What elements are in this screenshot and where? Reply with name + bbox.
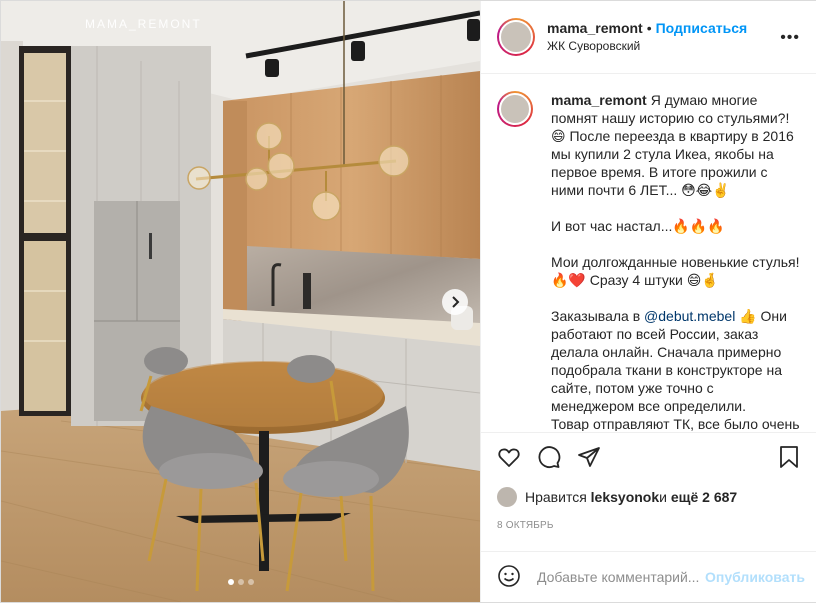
post-date[interactable]: 8 ОКТЯБРЬ: [497, 520, 554, 531]
likes-count[interactable]: ещё 2 687: [671, 489, 737, 505]
caption-text: mama_remont Я думаю многие помнят нашу ис…: [551, 91, 800, 431]
post-dialog: MAMA_REMONT mama_remont • Подписаться ЖК С…: [0, 0, 816, 603]
more-horizontal-icon[interactable]: •••: [780, 29, 800, 47]
likes-prefix: Нравится: [525, 489, 587, 505]
emoji-icon[interactable]: [497, 564, 521, 591]
carousel-dot: [247, 579, 254, 585]
likes-summary[interactable]: Нравится leksyonok и ещё 2 687: [497, 487, 737, 507]
likes-middle: и: [659, 489, 667, 505]
publish-button[interactable]: Опубликовать: [705, 569, 805, 585]
liker-avatar: [497, 487, 517, 507]
caption-paragraph: Мои долгожданные новенькие стулья! 🔥❤️ С…: [551, 254, 800, 288]
kitchen-photo: [1, 1, 480, 602]
media-watermark: MAMA_REMONT: [85, 17, 202, 31]
bookmark-icon[interactable]: [777, 445, 801, 472]
comment-form: Опубликовать: [481, 551, 816, 602]
caption-cut-line: Товар отправляют ТК, все было очень: [551, 416, 800, 431]
author-info: mama_remont • Подписаться ЖК Суворовский: [547, 19, 747, 55]
post-header: mama_remont • Подписаться ЖК Суворовский •…: [481, 1, 816, 74]
heart-icon[interactable]: [497, 445, 521, 472]
post-location[interactable]: ЖК Суворовский: [547, 37, 747, 55]
author-avatar[interactable]: [497, 18, 535, 56]
share-icon[interactable]: [577, 445, 601, 472]
caption-order-prefix: Заказывала в: [551, 308, 645, 324]
chevron-right-icon: [452, 296, 460, 308]
author-username[interactable]: mama_remont: [547, 20, 643, 36]
action-bar: [481, 432, 816, 478]
caption-username[interactable]: mama_remont: [551, 92, 647, 108]
carousel-dot: [227, 579, 234, 585]
comment-input[interactable]: [537, 569, 705, 585]
post-side-panel: mama_remont • Подписаться ЖК Суворовский •…: [480, 1, 816, 602]
caption-scroll-area[interactable]: mama_remont Я думаю многие помнят нашу ис…: [481, 75, 816, 431]
follow-button[interactable]: Подписаться: [656, 20, 748, 36]
caption-avatar[interactable]: [497, 91, 533, 127]
carousel-dot: [237, 579, 244, 585]
mention-link[interactable]: @debut.mebel: [644, 308, 735, 324]
caption-paragraph: И вот час настал...🔥🔥🔥: [551, 218, 725, 234]
post-caption: mama_remont Я думаю многие помнят нашу ис…: [497, 91, 800, 431]
comment-icon[interactable]: [537, 445, 561, 472]
separator-dot: •: [646, 20, 652, 36]
carousel-next-button[interactable]: [442, 289, 468, 315]
post-media[interactable]: MAMA_REMONT: [1, 1, 480, 602]
carousel-indicator: [1, 579, 480, 585]
liker-username[interactable]: leksyonok: [591, 489, 659, 505]
